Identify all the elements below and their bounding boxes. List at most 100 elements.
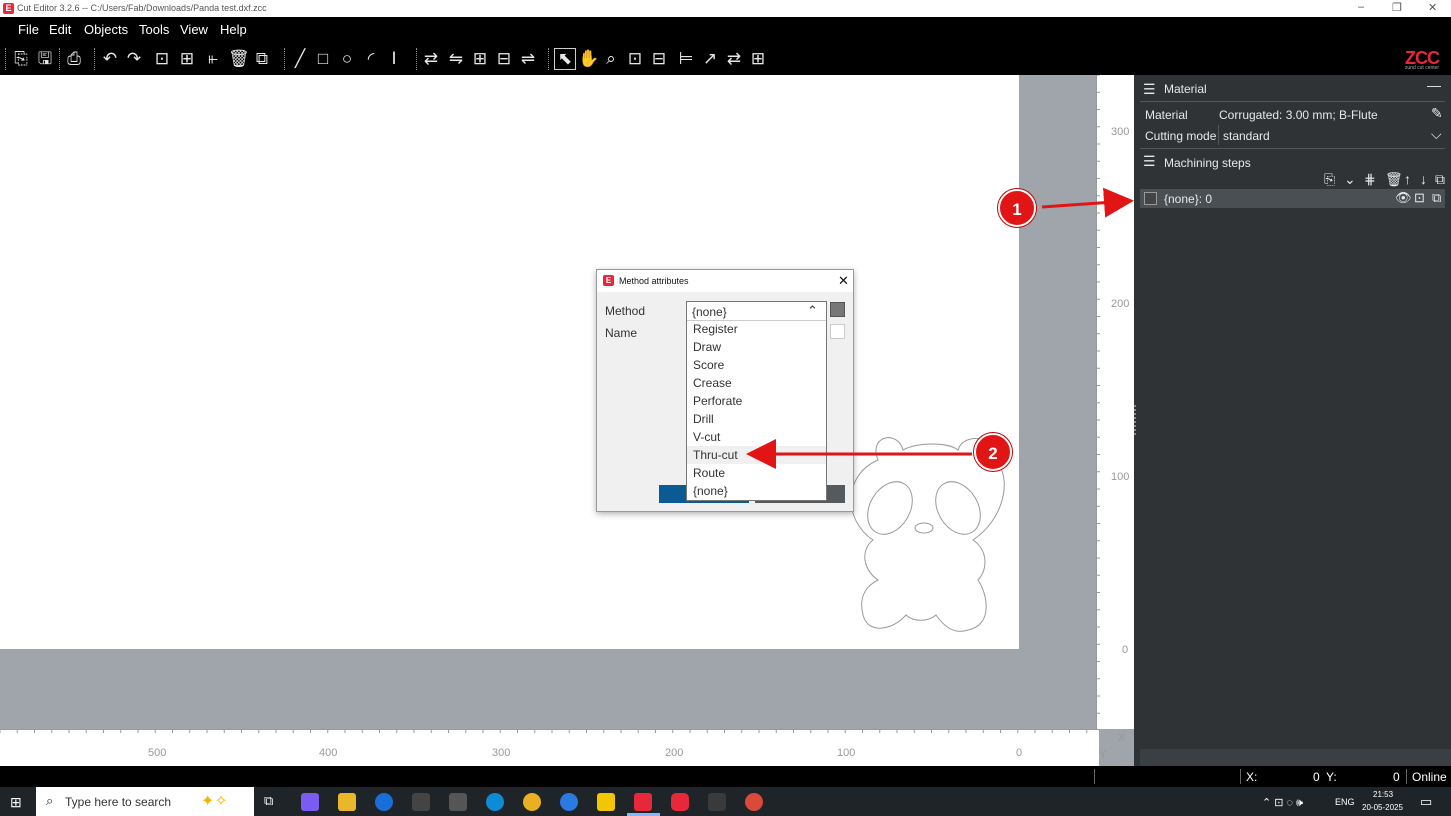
method-color-swatch[interactable] [830,302,845,317]
arc-icon[interactable]: ◜ [361,49,381,69]
direction-icon[interactable]: ↗ [700,49,720,69]
list-icon: ☰ [1143,153,1156,169]
toolbar: ⎘ 🖫 ⎙ ↶ ↷ ⊡ ⊞ ⫦ 🗑 ⧉ ╱ □ ○ ◜ Ⅰ ⇄ ⇋ ⊞ ⊟ ⇌ … [0,42,1451,75]
inkscape-icon[interactable] [412,793,430,811]
windows-start-icon[interactable]: ⊞ [10,794,22,811]
ie-browser-icon[interactable] [375,793,393,811]
group-icon[interactable]: ⊡ [152,49,172,69]
option-perforate[interactable]: Perforate [687,392,826,410]
option-none[interactable]: {none} [687,482,826,500]
close-button[interactable]: ✕ [1428,1,1437,14]
method-dropdown[interactable]: {none} ⌃ Register Draw Score Crease Perf… [686,301,827,501]
add-step-icon[interactable]: ⎘ [1324,171,1335,188]
duplicate-icon[interactable]: ⧉ [1432,190,1441,206]
copy-step-icon[interactable]: ⧉ [1435,171,1445,188]
weld-icon[interactable]: ⇌ [518,49,538,69]
task-view-icon[interactable]: ⧉ [264,793,273,809]
measure-icon[interactable]: ⊨ [676,49,696,69]
help-app-icon[interactable] [708,793,726,811]
search-icon: ⌕ [46,793,54,808]
distribute-icon[interactable]: ⊟ [494,49,514,69]
delete-icon[interactable]: 🗑 [228,49,250,69]
tray-chevron-icon[interactable]: ⌃ ⊡ ◌ 🕪 [1262,796,1303,810]
export-icon[interactable]: ⎙ [64,49,84,69]
move-up-icon[interactable]: ↑ [1404,171,1411,187]
delete-step-icon[interactable]: 🗑 [1385,171,1403,188]
rotate-left-icon[interactable]: ⇄ [421,49,441,69]
text-icon[interactable]: Ⅰ [384,49,404,69]
option-crease[interactable]: Crease [687,374,826,392]
sticky-notes-icon[interactable] [597,793,615,811]
eye-icon[interactable]: 👁 [1395,190,1412,206]
menu-help[interactable]: Help [220,22,247,37]
option-draw[interactable]: Draw [687,338,826,356]
option-v-cut[interactable]: V-cut [687,428,826,446]
language-indicator[interactable]: ENG [1335,797,1355,807]
menu-view[interactable]: View [180,22,208,37]
move-down-icon[interactable]: ↓ [1420,171,1427,187]
taskbar-search-box[interactable]: ⌕ Type here to search ✦✧ [36,787,254,816]
x-coord-label: X: [1246,770,1258,784]
zoom-fit-icon[interactable]: ⊡ [625,49,645,69]
option-route[interactable]: Route [687,464,826,482]
clock-date[interactable]: 20-05-2025 [1362,803,1403,812]
edge-browser-icon[interactable] [486,793,504,811]
option-score[interactable]: Score [687,356,826,374]
option-thru-cut[interactable]: Thru-cut [687,446,826,464]
redo-icon[interactable]: ↷ [124,49,144,69]
machining-step-row[interactable]: {none}: 0 👁 ⊡ ⧉ [1140,189,1445,208]
array-icon[interactable]: ⊞ [470,49,490,69]
maximize-button[interactable]: ❐ [1392,1,1402,14]
add-layer-icon[interactable]: ⋕ [1364,171,1376,188]
clock-time[interactable]: 21:53 [1373,790,1393,799]
method-selected-value: {none} [692,305,727,319]
callout-badge-2: 2 [974,433,1012,471]
line-icon[interactable]: ╱ [290,49,310,69]
cutting-mode-select[interactable]: standard ⌵ [1218,125,1447,145]
menu-tools[interactable]: Tools [139,22,169,37]
dialog-titlebar: E Method attributes ✕ [597,270,853,292]
import-icon[interactable]: ⎘ [11,49,31,69]
notification-icon[interactable]: ▭ [1420,794,1432,810]
copilot-sparkle-icon: ✦✧ [201,793,228,810]
name-color-swatch[interactable] [830,324,845,339]
ruler-y-ticks [1096,75,1100,714]
file-explorer-icon[interactable] [338,793,356,811]
lock-icon[interactable]: ⊡ [1414,190,1425,206]
zoom-width-icon[interactable]: ⊟ [649,49,669,69]
mirror-icon[interactable]: ⇋ [446,49,466,69]
copilot-app-icon[interactable] [301,793,319,811]
save-icon[interactable]: 🖫 [35,49,55,69]
undo-icon[interactable]: ↶ [100,49,120,69]
swap-icon[interactable]: ⇄ [724,49,744,69]
zcc-app-icon[interactable] [671,793,689,811]
cut-editor-app-icon[interactable] [634,793,652,811]
menu-edit[interactable]: Edit [49,22,71,37]
dialog-close-icon[interactable]: ✕ [838,273,849,289]
merge-icon[interactable]: ⌄ [1344,171,1356,188]
pan-icon[interactable]: ✋ [578,49,599,69]
option-drill[interactable]: Drill [687,410,826,428]
material-section-title: Material [1164,82,1207,96]
chrome-icon[interactable] [523,793,541,811]
menu-objects[interactable]: Objects [84,22,128,37]
calculator-icon[interactable] [449,793,467,811]
edit-pencil-icon[interactable]: ✎ [1431,105,1443,122]
step-checkbox[interactable] [1144,192,1157,205]
option-register[interactable]: Register [687,320,826,338]
rectangle-icon[interactable]: □ [313,49,333,69]
teamviewer-icon[interactable] [560,793,578,811]
panel-resize-handle[interactable] [1134,405,1140,435]
copy-icon[interactable]: ⧉ [252,49,272,69]
menu-file[interactable]: File [18,22,39,37]
nest-icon[interactable]: ⊞ [748,49,768,69]
collapse-icon[interactable]: — [1427,77,1441,93]
chrome-profile-icon[interactable] [745,793,763,811]
zoom-icon[interactable]: ⌕ [601,49,621,69]
align-icon[interactable]: ⫦ [203,49,223,69]
circle-icon[interactable]: ○ [337,49,357,69]
select-icon[interactable]: ⬉ [554,48,576,70]
minimize-button[interactable]: – [1358,1,1364,13]
method-select[interactable]: {none} ⌃ [687,302,826,321]
ungroup-icon[interactable]: ⊞ [177,49,197,69]
